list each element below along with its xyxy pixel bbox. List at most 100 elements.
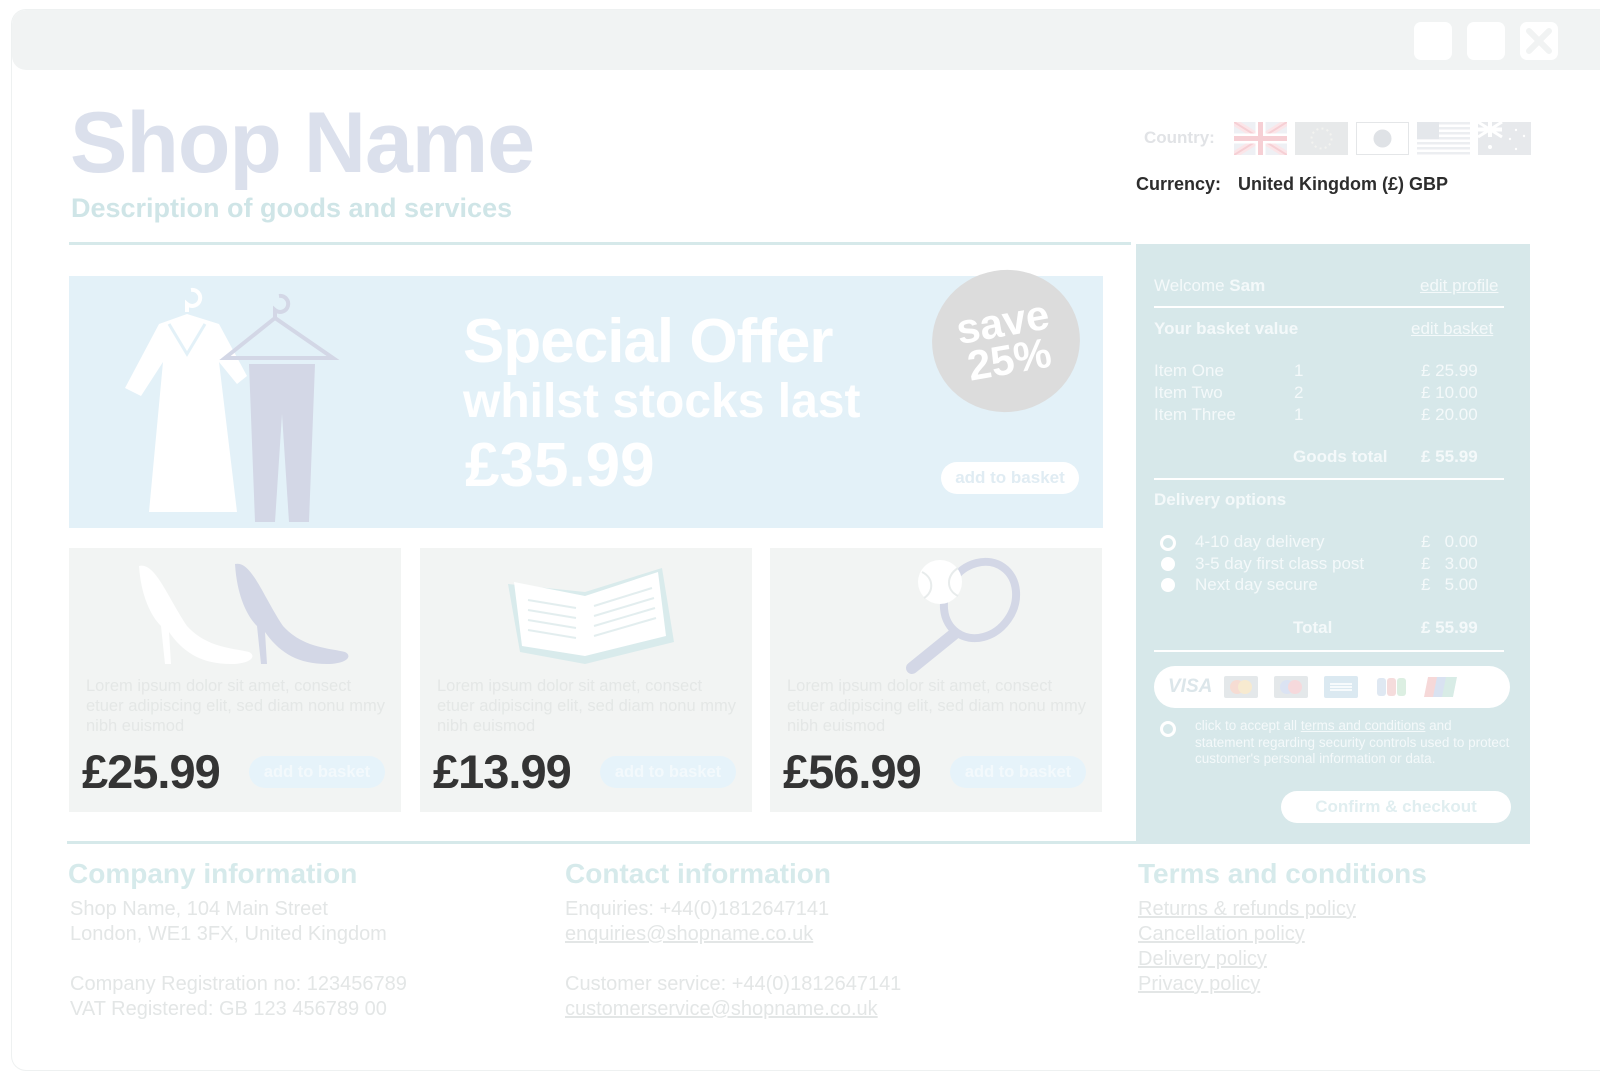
goods-total-value: £ 55.99 [1421,447,1478,466]
delivery-radio[interactable] [1161,578,1175,592]
basket-value-title: Your basket value [1154,319,1299,338]
company-address-line: Shop Name, 104 Main Street [70,898,328,920]
customer-service-email-link[interactable]: customerservice@shopname.co.uk [565,998,878,1021]
amex-icon [1324,676,1358,698]
basket-divider [1154,650,1504,652]
product-price: £13.99 [433,745,572,798]
title-bar [12,10,1600,70]
add-to-basket-button[interactable]: add to basket [249,756,385,788]
close-icon [1526,28,1552,54]
visa-icon: VISA [1168,676,1213,697]
item-qty: 1 [1294,405,1304,424]
shop-description: Description of goods and services [71,193,513,223]
cancellation-policy-link[interactable]: Cancellation policy [1138,923,1305,946]
privacy-policy-link[interactable]: Privacy policy [1138,973,1260,996]
delivery-radio-selected[interactable] [1160,535,1176,551]
company-info-title: Company information [68,858,358,889]
edit-basket-link[interactable]: edit basket [1411,319,1493,339]
currency-selector[interactable]: United Kingdom (£) GBP [1238,174,1448,195]
terms-link[interactable]: terms and conditions [1301,718,1426,733]
item-qty: 2 [1294,383,1304,402]
item-price: £ 20.00 [1421,405,1478,424]
product-price: £25.99 [82,745,221,798]
item-qty: 1 [1294,361,1304,380]
main-divider [67,841,1139,844]
terms-accept-radio[interactable] [1160,721,1176,737]
shop-name: Shop Name [70,95,535,191]
confirm-checkout-button[interactable]: Confirm & checkout [1281,791,1511,823]
currency-label: Currency: [1136,174,1222,194]
delivery-option-label: 4-10 day delivery [1195,532,1325,551]
payment-methods: VISA [1154,666,1510,708]
company-registration: Company Registration no: 123456789 [70,973,407,995]
tennis-racket-icon [906,557,1021,674]
total-label: Total [1293,618,1333,637]
basket-divider [1154,478,1504,480]
product-card-book: Lorem ipsum dolor sit amet, consect etue… [420,548,752,812]
product-card-tennis: Lorem ipsum dolor sit amet, consect etue… [770,548,1102,812]
item-name: Item Two [1154,383,1223,402]
delivery-option-price: £ 5.00 [1421,575,1478,594]
terms-title: Terms and conditions [1138,858,1427,889]
high-heel-shoes-icon [139,563,349,664]
add-to-basket-button[interactable]: add to basket [600,756,736,788]
maestro-icon [1274,676,1308,698]
welcome-prefix: Welcome [1154,276,1225,295]
close-button[interactable] [1520,22,1558,60]
eu-flag-icon[interactable] [1295,122,1348,155]
clothes-on-hangers-icon [125,287,340,522]
delivery-option-price: £ 0.00 [1421,532,1478,551]
product-card-shoes: Lorem ipsum dolor sit amet, consect etue… [69,548,401,812]
product-price: £56.99 [783,745,922,798]
item-price: £ 25.99 [1421,361,1478,380]
offer-title: Special Offer [463,307,833,376]
browser-window: Shop Name Description of goods and servi… [12,10,1600,1070]
enquiries-email-link[interactable]: enquiries@shopname.co.uk [565,923,813,946]
delivery-option-label: Next day secure [1195,575,1318,594]
usa-flag-icon[interactable] [1417,122,1470,155]
welcome-message: Welcome Sam [1154,276,1265,296]
product-description: Lorem ipsum dolor sit amet, consect etue… [437,677,736,735]
enquiries-phone: Enquiries: +44(0)1812647141 [565,898,830,920]
save-badge-line2: 25% [963,328,1055,390]
delivery-radio[interactable] [1161,557,1175,571]
vat-registration: VAT Registered: GB 123 456789 00 [70,998,387,1020]
add-to-basket-button[interactable]: add to basket [950,756,1086,788]
mastercard-icon [1224,676,1258,698]
product-description: Lorem ipsum dolor sit amet, consect etue… [86,677,385,735]
offer-add-to-basket-button[interactable]: add to basket [941,462,1079,494]
terms-statement: click to accept all terms and conditions… [1195,718,1511,768]
delivery-options-title: Delivery options [1154,490,1287,509]
product-description: Lorem ipsum dolor sit amet, consect etue… [787,677,1086,735]
japan-flag-icon[interactable] [1356,122,1409,155]
basket-divider [1154,306,1504,308]
company-address-line: London, WE1 3FX, United Kingdom [70,923,387,945]
terms-prefix: click to accept all [1195,718,1298,733]
country-label: Country: [1144,128,1215,147]
total-value: £ 55.99 [1421,618,1478,637]
header-divider [69,242,1131,245]
delivery-option-label: 3-5 day first class post [1195,554,1365,573]
uk-flag-icon[interactable] [1234,122,1287,155]
user-name: Sam [1229,276,1266,295]
contact-info-title: Contact information [565,858,831,889]
special-offer-banner: Special Offer whilst stocks last £35.99 … [69,258,1103,528]
item-name: Item Three [1154,405,1236,424]
edit-profile-link[interactable]: edit profile [1420,276,1498,296]
australia-flag-icon[interactable] [1478,122,1531,155]
item-price: £ 10.00 [1421,383,1478,402]
offer-price: £35.99 [465,431,655,500]
open-book-icon [508,568,674,664]
customer-service-phone: Customer service: +44(0)1812647141 [565,973,902,995]
jcb-icon [1374,676,1408,698]
maximize-button[interactable] [1467,22,1505,60]
save-badge: save 25% [920,258,1092,424]
returns-policy-link[interactable]: Returns & refunds policy [1138,898,1356,921]
unionpay-icon [1424,676,1458,698]
offer-subtitle: whilst stocks last [463,375,861,428]
country-flags [1234,122,1531,155]
item-name: Item One [1154,361,1224,380]
minimize-button[interactable] [1414,22,1452,60]
basket-panel: Welcome Sam edit profile Your basket val… [1136,244,1530,844]
delivery-policy-link[interactable]: Delivery policy [1138,948,1267,971]
